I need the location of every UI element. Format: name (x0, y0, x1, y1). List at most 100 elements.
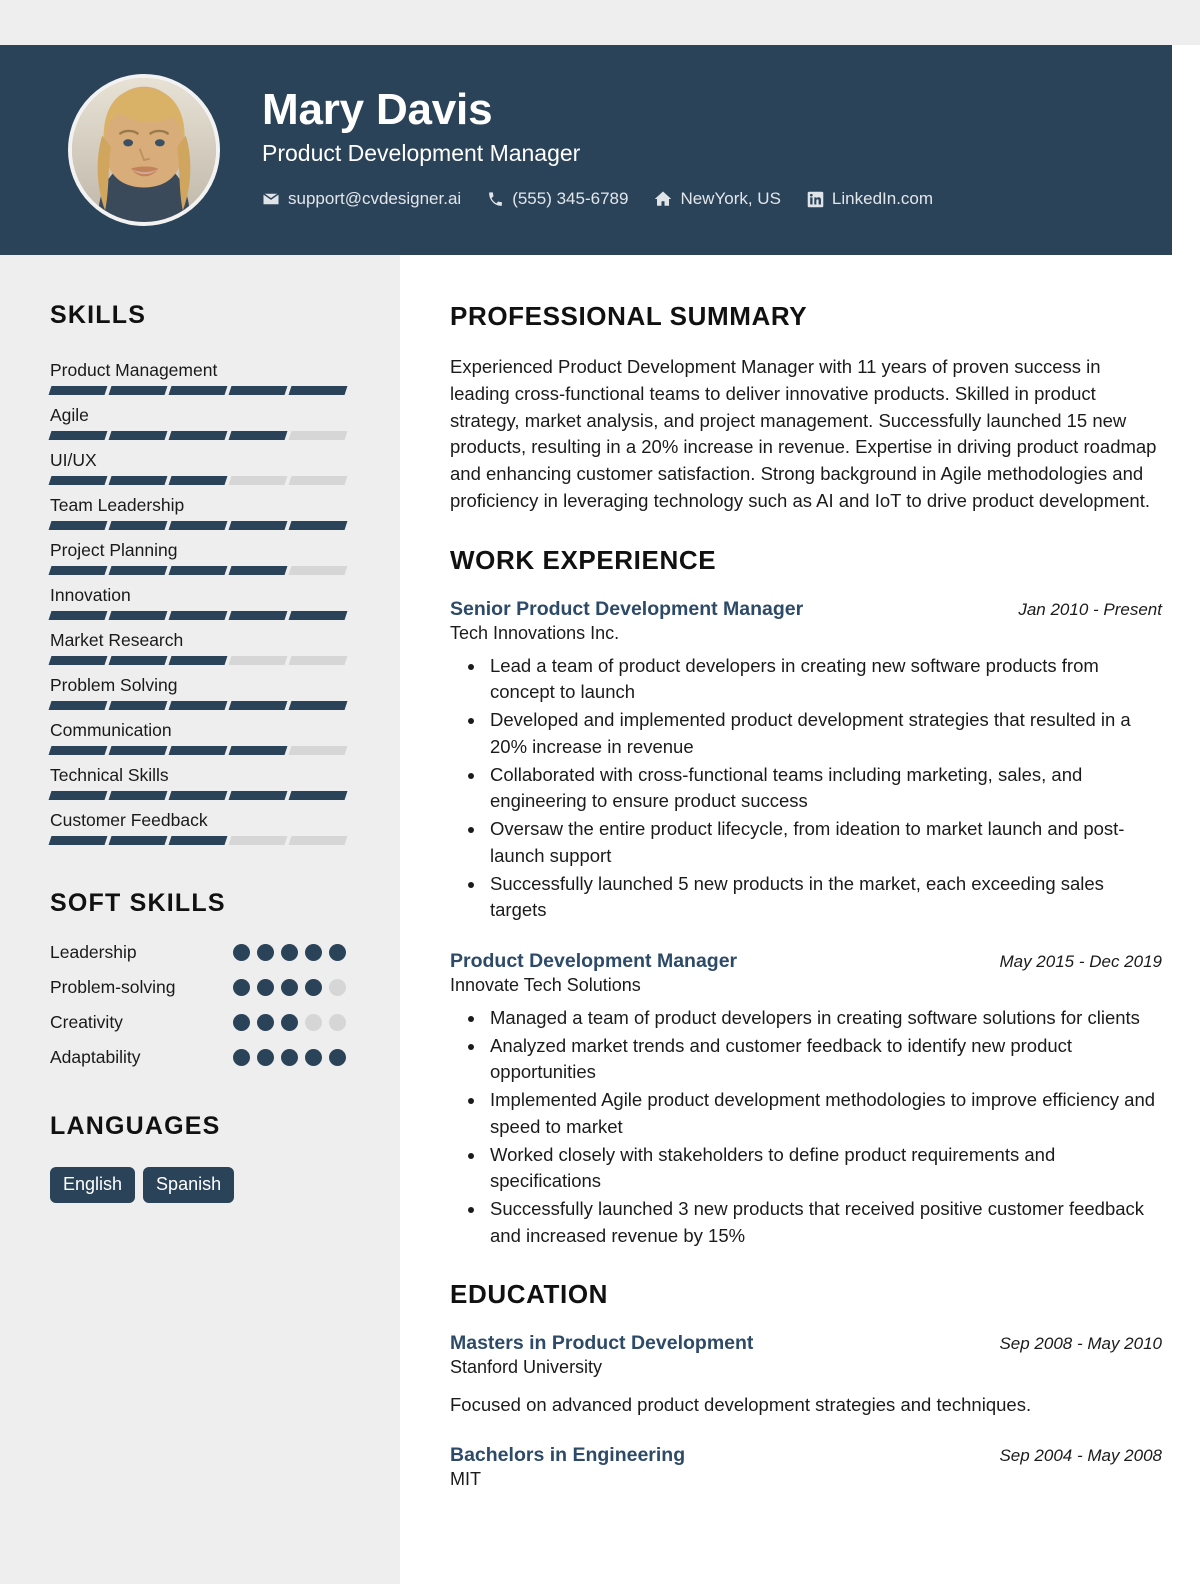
skill-bar-segment (108, 611, 168, 620)
skill-label: Communication (50, 720, 172, 740)
skill-row: Customer Feedback (48, 810, 350, 845)
skill-row: Communication (48, 720, 350, 755)
soft-skill-row: Adaptability (50, 1047, 346, 1068)
skill-level-bar (48, 836, 348, 845)
rating-dot (233, 1014, 250, 1031)
rating-dot (281, 979, 298, 996)
skill-bar-segment (228, 566, 288, 575)
rating-dot (329, 979, 346, 996)
bullet-item: Successfully launched 5 new products in … (486, 871, 1162, 924)
skill-bar-segment (168, 386, 228, 395)
rating-dot (257, 1014, 274, 1031)
skill-bar-segment (228, 611, 288, 620)
skill-label: Project Planning (50, 540, 178, 560)
work-entry-title: Product Development Manager (450, 949, 738, 972)
contact-linkedin[interactable]: LinkedIn.com (807, 189, 933, 209)
education-heading: EDUCATION (450, 1278, 609, 1309)
bullet-item: Lead a team of product developers in cre… (486, 653, 1162, 706)
education-school: Stanford University (450, 1356, 603, 1377)
skill-bar-segment (168, 836, 228, 845)
rating-dot (281, 1049, 298, 1066)
skill-row: UI/UX (48, 450, 350, 485)
rating-dot (329, 1014, 346, 1031)
main-content: PROFESSIONAL SUMMARY Experienced Product… (400, 255, 1200, 1521)
education-date: Sep 2004 - May 2008 (999, 1446, 1162, 1466)
linkedin-icon (807, 191, 824, 208)
avatar (68, 74, 220, 226)
contact-email-text: support@cvdesigner.ai (288, 189, 462, 209)
skill-label: Technical Skills (50, 765, 169, 785)
skill-label: Market Research (50, 630, 184, 650)
skill-bar-segment (48, 521, 108, 530)
rating-dot (305, 1014, 322, 1031)
education-entry-header: Masters in Product Development Sep 2008 -… (450, 1332, 1162, 1355)
work-entry-date: Jan 2010 - Present (1018, 599, 1162, 619)
soft-skill-rating (233, 979, 346, 996)
education-degree: Bachelors in Engineering (450, 1444, 686, 1467)
skill-bar-segment (48, 701, 108, 710)
skill-label: Agile (50, 405, 89, 425)
soft-skills-list: Leadership Problem-solving Creativity Adapt… (50, 942, 350, 1068)
work-entries: Senior Product Development Manager Jan 20… (450, 598, 1162, 1249)
rating-dot (257, 979, 274, 996)
skill-bar-segment (228, 701, 288, 710)
bullet-item: Successfully launched 3 new products tha… (486, 1196, 1162, 1249)
skill-label: UI/UX (50, 450, 97, 470)
skill-bar-segment (48, 611, 108, 620)
contact-location-text: NewYork, US (680, 189, 781, 209)
education-degree: Masters in Product Development (450, 1331, 754, 1354)
skill-level-bar (48, 656, 348, 665)
skill-bar-segment (288, 431, 348, 440)
skill-bar-segment (228, 476, 288, 485)
language-chip: Spanish (143, 1167, 235, 1203)
skill-bar-segment (168, 746, 228, 755)
skill-bar-segment (108, 791, 168, 800)
rating-dot (305, 979, 322, 996)
bullet-item: Analyzed market trends and customer feed… (486, 1033, 1162, 1086)
soft-skill-label: Creativity (50, 1012, 123, 1032)
skill-bar-segment (48, 431, 108, 440)
resume-page: Mary Davis Product Development Manager s… (0, 0, 1200, 1584)
contact-phone-text: (555) 345-6789 (512, 189, 629, 209)
rating-dot (233, 944, 250, 961)
skill-bar-segment (168, 701, 228, 710)
skill-label: Customer Feedback (50, 810, 208, 830)
skill-row: Problem Solving (48, 675, 350, 710)
skill-bar-segment (108, 521, 168, 530)
skill-bar-segment (48, 746, 108, 755)
work-section: WORK EXPERIENCE Senior Product Developme… (450, 545, 1162, 1249)
contact-phone[interactable]: (555) 345-6789 (487, 189, 628, 209)
skill-bar-segment (168, 656, 228, 665)
language-chip: English (50, 1167, 136, 1203)
skill-bar-segment (288, 566, 348, 575)
contact-email[interactable]: support@cvdesigner.ai (262, 189, 461, 209)
skills-heading: SKILLS (50, 301, 147, 329)
skill-bar-segment (288, 656, 348, 665)
skill-row: Agile (48, 405, 350, 440)
skill-bar-segment (108, 746, 168, 755)
work-entry-company: Tech Innovations Inc. (450, 622, 620, 643)
skill-bar-segment (288, 611, 348, 620)
skill-bar-segment (168, 521, 228, 530)
skill-row: Product Management (48, 360, 350, 395)
rating-dot (281, 944, 298, 961)
skill-level-bar (48, 791, 348, 800)
skill-bar-segment (228, 791, 288, 800)
phone-icon (487, 191, 504, 208)
work-entry: Senior Product Development Manager Jan 20… (450, 598, 1162, 924)
skill-bar-segment (228, 386, 288, 395)
work-entry-bullets: Managed a team of product developers in … (450, 1005, 1162, 1249)
soft-skill-label: Leadership (50, 942, 137, 962)
skill-bar-segment (108, 701, 168, 710)
skill-bar-segment (168, 476, 228, 485)
skill-row: Technical Skills (48, 765, 350, 800)
rating-dot (257, 944, 274, 961)
skill-bar-segment (288, 701, 348, 710)
skill-bar-segment (228, 521, 288, 530)
skill-bar-segment (48, 656, 108, 665)
skill-bar-segment (288, 791, 348, 800)
bullet-item: Managed a team of product developers in … (486, 1005, 1162, 1031)
contact-location[interactable]: NewYork, US (654, 189, 781, 209)
education-description: Focused on advanced product development … (450, 1393, 1032, 1415)
rating-dot (233, 1049, 250, 1066)
